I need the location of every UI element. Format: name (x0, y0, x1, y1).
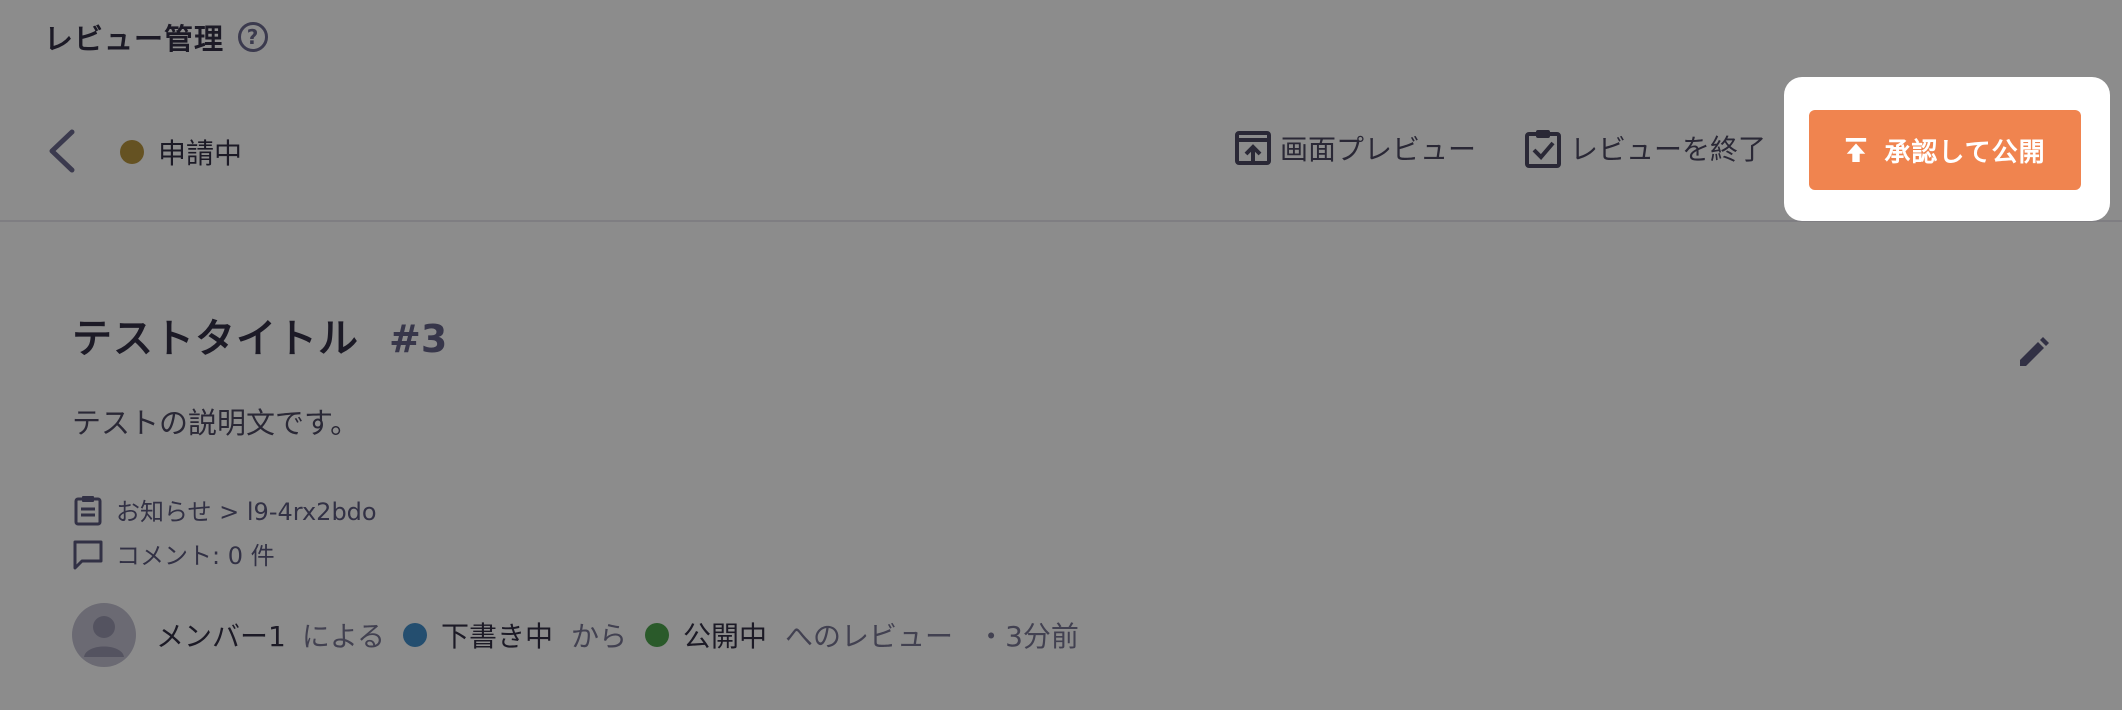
finish-review-label: レビューを終了 (1570, 133, 1767, 166)
status-dot (120, 140, 144, 164)
from-text: から (571, 620, 628, 653)
page-title: レビュー管理 (44, 22, 225, 56)
review-management-page: レビュー管理 ? 申請中 画面プレビュー レビューを終了 テストタイトル #3 … (0, 0, 2122, 710)
help-icon[interactable]: ? (238, 22, 269, 52)
category-path[interactable]: お知らせ > l9-4rx2bdo (72, 492, 377, 527)
from-state-dot (403, 623, 427, 647)
comment-count[interactable]: コメント: 0 件 (72, 536, 275, 571)
to-state-badge: 公開中 (645, 615, 767, 655)
to-review-text: へのレビュー (785, 620, 954, 653)
review-info-line: メンバー1 による 下書き中 から 公開中 へのレビュー ・3分前 (72, 603, 1079, 667)
timestamp: ・3分前 (977, 620, 1079, 653)
screen-preview-button[interactable]: 画面プレビュー (1234, 128, 1476, 168)
clipboard-list-icon (74, 495, 102, 525)
review-number: #3 (389, 317, 448, 361)
to-state-dot (645, 623, 670, 647)
by-text: による (301, 620, 385, 653)
category-path-text: お知らせ > l9-4rx2bdo (116, 498, 377, 526)
from-state-label: 下書き中 (441, 620, 554, 653)
review-title: テストタイトル (72, 316, 359, 362)
pencil-icon[interactable] (2016, 336, 2050, 370)
screen-preview-label: 画面プレビュー (1280, 133, 1477, 166)
status-label: 申請中 (158, 137, 243, 170)
comment-count-text: コメント: 0 件 (116, 542, 275, 570)
preview-upload-icon (1235, 131, 1271, 165)
clipboard-check-icon (1525, 130, 1561, 168)
comment-icon (73, 540, 103, 569)
upload-icon (1846, 138, 1867, 162)
from-state-badge: 下書き中 (403, 615, 553, 655)
person-icon (84, 616, 124, 657)
avatar (72, 603, 136, 667)
status-badge: 申請中 (120, 132, 242, 172)
review-title-row: テストタイトル #3 (72, 306, 447, 364)
page-header: レビュー管理 ? (44, 16, 269, 58)
review-description: テストの説明文です。 (72, 406, 360, 440)
to-state-label: 公開中 (683, 620, 768, 653)
approve-and-publish-label: 承認して公開 (1884, 137, 2046, 168)
back-arrow-icon[interactable] (46, 128, 80, 174)
finish-review-button[interactable]: レビューを終了 (1524, 128, 1766, 168)
member-name[interactable]: メンバー1 (156, 615, 286, 655)
approve-and-publish-button[interactable]: 承認して公開 (1809, 110, 2081, 190)
